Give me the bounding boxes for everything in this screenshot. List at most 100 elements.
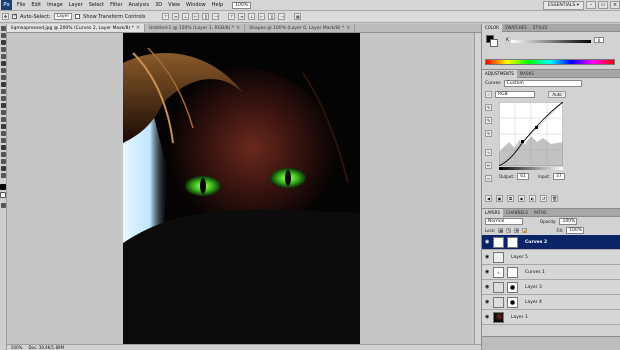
fill-field[interactable]: 100% bbox=[566, 227, 585, 234]
curves-preset-dropdown[interactable]: Custom bbox=[503, 80, 582, 87]
tab-masks[interactable]: MASKS bbox=[517, 70, 537, 78]
target-adjust-icon[interactable]: ☝ bbox=[485, 91, 492, 98]
curves-graph[interactable] bbox=[499, 102, 563, 166]
move-tool-preset-icon[interactable]: ✥ bbox=[2, 13, 9, 20]
blend-mode-dropdown[interactable]: Normal bbox=[485, 218, 523, 225]
layer-mask-thumbnail[interactable] bbox=[507, 266, 518, 278]
zoom-tool-icon[interactable] bbox=[0, 173, 6, 178]
eraser-tool-icon[interactable] bbox=[0, 96, 6, 101]
menu-analysis[interactable]: Analysis bbox=[126, 2, 153, 8]
zoom-select[interactable]: 100% bbox=[232, 1, 252, 9]
visibility-eye-icon[interactable]: ◉ bbox=[485, 300, 490, 305]
align-hcenter-icon[interactable]: ‖ bbox=[202, 13, 210, 20]
color-spectrum-bar[interactable] bbox=[485, 59, 615, 65]
visibility-eye-icon[interactable]: ◉ bbox=[485, 255, 490, 260]
blur-tool-icon[interactable] bbox=[0, 110, 6, 115]
canvas-area[interactable] bbox=[7, 33, 481, 345]
menu-edit[interactable]: Edit bbox=[28, 2, 44, 8]
transform-controls-checkbox[interactable] bbox=[75, 14, 81, 19]
align-left-icon[interactable]: ⊢ bbox=[192, 13, 200, 20]
type-tool-icon[interactable] bbox=[0, 131, 6, 136]
workspace-switcher[interactable]: ESSENTIALS ▾ bbox=[543, 0, 584, 10]
tab-layers[interactable]: LAYERS bbox=[482, 208, 504, 217]
layer-row-layer-4[interactable]: ◉ Layer 4 bbox=[482, 295, 620, 310]
shape-tool-icon[interactable] bbox=[0, 145, 6, 150]
layer-mask-thumbnail[interactable] bbox=[507, 281, 518, 293]
3d-orbit-tool-icon[interactable] bbox=[0, 159, 6, 164]
vertical-scrollbar[interactable] bbox=[474, 33, 481, 344]
curve-point-tool-icon[interactable]: ∿ bbox=[485, 149, 492, 156]
opacity-field[interactable]: 100% bbox=[559, 218, 578, 225]
background-color-icon[interactable] bbox=[0, 192, 6, 198]
lock-transparency-icon[interactable]: ▦ bbox=[498, 228, 504, 233]
close-tab-icon[interactable]: × bbox=[136, 25, 140, 31]
expand-view-icon[interactable]: ▣ bbox=[496, 195, 503, 202]
tab-swatches[interactable]: SWATCHES bbox=[502, 24, 530, 32]
distribute-vcenter-icon[interactable]: ≡ bbox=[238, 13, 246, 20]
align-bottom-icon[interactable]: ⊥ bbox=[182, 13, 190, 20]
menu-help[interactable]: Help bbox=[209, 2, 226, 8]
distribute-hcenter-icon[interactable]: ‖ bbox=[268, 13, 276, 20]
layer-row-layer-1[interactable]: ◉ Layer 1 bbox=[482, 310, 620, 325]
crop-tool-icon[interactable] bbox=[0, 54, 6, 59]
menu-select[interactable]: Select bbox=[86, 2, 107, 8]
layer-row-layer-5[interactable]: ◉ Layer 5 bbox=[482, 250, 620, 265]
distribute-bottom-icon[interactable]: ⊥ bbox=[248, 13, 256, 20]
gradient-tool-icon[interactable] bbox=[0, 103, 6, 108]
visibility-eye-icon[interactable]: ◉ bbox=[485, 240, 490, 245]
layer-mask-thumbnail[interactable] bbox=[507, 296, 518, 308]
visibility-toggle-icon[interactable]: ◉ bbox=[518, 195, 525, 202]
return-to-list-icon[interactable]: ◀ bbox=[485, 195, 492, 202]
quick-mask-icon[interactable] bbox=[0, 203, 6, 208]
zoom-level[interactable]: 200% bbox=[11, 345, 22, 350]
close-tab-icon[interactable]: × bbox=[346, 25, 350, 31]
menu-file[interactable]: File bbox=[14, 2, 28, 8]
align-top-icon[interactable]: ⊤ bbox=[162, 13, 170, 20]
align-vcenter-icon[interactable]: ≡ bbox=[172, 13, 180, 20]
tab-color[interactable]: COLOR bbox=[482, 23, 502, 32]
menu-view[interactable]: View bbox=[165, 2, 183, 8]
marquee-tool-icon[interactable] bbox=[0, 33, 6, 38]
menu-image[interactable]: Image bbox=[44, 2, 66, 8]
tab-styles[interactable]: STYLES bbox=[530, 24, 551, 32]
foreground-color-icon[interactable] bbox=[0, 184, 6, 190]
auto-align-icon[interactable]: ▦ bbox=[294, 13, 302, 20]
lasso-tool-icon[interactable] bbox=[0, 40, 6, 45]
close-button[interactable]: × bbox=[610, 1, 620, 9]
background-swatch[interactable] bbox=[490, 39, 498, 47]
eyedropper-tool-icon[interactable] bbox=[0, 61, 6, 66]
menu-layer[interactable]: Layer bbox=[66, 2, 86, 8]
tab-adjustments[interactable]: ADJUSTMENTS bbox=[482, 69, 517, 78]
document-image[interactable] bbox=[123, 33, 360, 345]
path-select-tool-icon[interactable] bbox=[0, 138, 6, 143]
view-previous-icon[interactable]: ◐ bbox=[529, 195, 536, 202]
distribute-top-icon[interactable]: ⊤ bbox=[228, 13, 236, 20]
visibility-eye-icon[interactable]: ◉ bbox=[485, 270, 490, 275]
history-brush-tool-icon[interactable] bbox=[0, 89, 6, 94]
healing-brush-tool-icon[interactable] bbox=[0, 68, 6, 73]
visibility-eye-icon[interactable]: ◉ bbox=[485, 285, 490, 290]
k-value-field[interactable]: 0 bbox=[594, 37, 604, 43]
dodge-tool-icon[interactable] bbox=[0, 117, 6, 122]
layer-row-curves-2[interactable]: ◉ ∿ Curves 2 bbox=[482, 235, 620, 250]
smooth-curve-icon[interactable]: ≈ bbox=[485, 175, 492, 182]
clip-to-layer-icon[interactable]: ⧉ bbox=[507, 195, 514, 202]
layer-mask-thumbnail[interactable] bbox=[507, 236, 518, 248]
layer-row-curves-1[interactable]: ◉ ∿ Curves 1 bbox=[482, 265, 620, 280]
tab-document-1[interactable]: liqmeapressed.jpg @ 200% (Curves 2, Laye… bbox=[7, 24, 146, 32]
input-value-field[interactable]: 37 bbox=[552, 173, 565, 180]
white-eyedropper-icon[interactable]: ✎ bbox=[485, 130, 492, 137]
delete-adjustment-icon[interactable]: 🗑 bbox=[551, 195, 558, 202]
quick-select-tool-icon[interactable] bbox=[0, 47, 6, 52]
lock-pixels-icon[interactable]: ✎ bbox=[506, 228, 512, 233]
k-slider[interactable] bbox=[511, 40, 591, 43]
minimize-button[interactable]: – bbox=[586, 1, 596, 9]
distribute-right-icon[interactable]: ⊣ bbox=[278, 13, 286, 20]
layer-row-layer-3[interactable]: ◉ Layer 3 bbox=[482, 280, 620, 295]
align-right-icon[interactable]: ⊣ bbox=[212, 13, 220, 20]
restore-button[interactable]: ▭ bbox=[598, 1, 608, 9]
hand-tool-icon[interactable] bbox=[0, 166, 6, 171]
menu-3d[interactable]: 3D bbox=[152, 2, 165, 8]
brush-tool-icon[interactable] bbox=[0, 75, 6, 80]
clone-stamp-tool-icon[interactable] bbox=[0, 82, 6, 87]
